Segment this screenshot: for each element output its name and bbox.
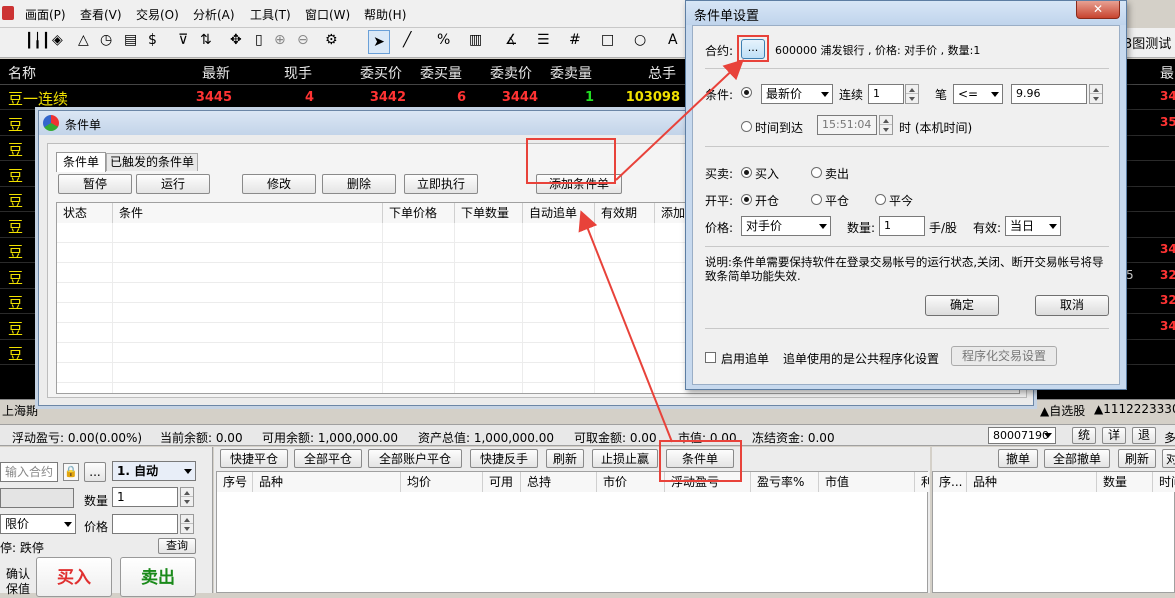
arrow-to-dialog bbox=[615, 59, 744, 181]
annotation-arrows bbox=[578, 59, 744, 443]
arrow-to-add-button bbox=[578, 210, 673, 443]
